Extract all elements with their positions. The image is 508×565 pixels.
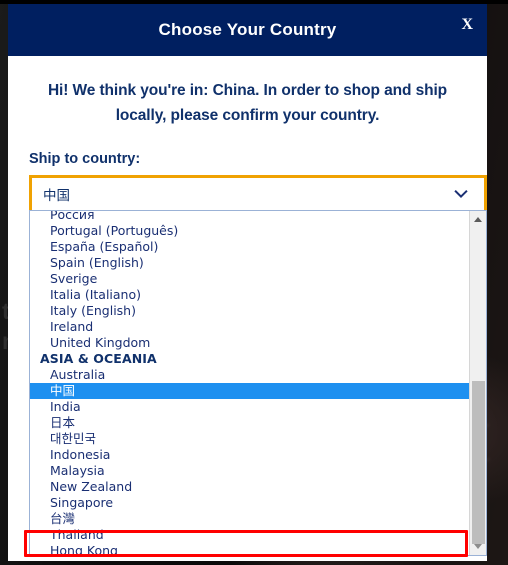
dropdown-option[interactable]: 대한민국 [30,431,469,447]
dropdown-option[interactable]: Sverige [30,271,469,287]
chevron-down-icon [454,189,468,199]
dropdown-scrollbar[interactable] [469,211,486,555]
dropdown-option[interactable]: Thailand [30,527,469,543]
dropdown-option[interactable]: Portugal (Português) [30,223,469,239]
dropdown-option[interactable]: Spain (English) [30,255,469,271]
scroll-down-arrow-icon[interactable] [470,538,486,555]
dropdown-option[interactable]: Italy (English) [30,303,469,319]
dropdown-option[interactable]: Hong Kong [30,543,469,555]
dropdown-options: Россия Portugal (Português) España (Españo… [30,211,469,555]
dropdown-option[interactable]: India [30,399,469,415]
dropdown-option[interactable]: 日本 [30,415,469,431]
ship-to-country-label: Ship to country: [29,151,141,167]
intro-message: Hi! We think you're in: China. In order … [47,82,448,124]
dropdown-option[interactable]: España (Español) [30,239,469,255]
dropdown-option[interactable]: New Zealand [30,479,469,495]
dropdown-option[interactable]: Ireland [30,319,469,335]
scrollbar-thumb[interactable] [472,381,485,544]
country-dropdown-list[interactable]: Россия Portugal (Português) España (Españo… [29,210,487,556]
country-select[interactable]: 中国 [29,175,487,213]
dropdown-option[interactable]: 中国 [30,383,469,399]
country-selector-modal: Choose Your Country X Hi! We think you'r… [8,4,487,561]
dropdown-option[interactable]: 台灣 [30,511,469,527]
dropdown-option[interactable]: Singapore [30,495,469,511]
close-icon[interactable]: X [457,15,477,35]
dropdown-option[interactable]: Россия [30,211,469,223]
dropdown-option[interactable]: Indonesia [30,447,469,463]
country-select-value: 中国 [43,188,70,204]
scroll-up-arrow-icon[interactable] [470,211,486,228]
dropdown-group-header: ASIA & OCEANIA [40,351,157,366]
modal-header: Choose Your Country X [8,4,487,56]
dropdown-options-viewport: Россия Portugal (Português) España (Españo… [30,211,469,555]
dropdown-option[interactable]: Malaysia [30,463,469,479]
page-root: t t n e Choose Your Country X Hi! We thi… [0,0,508,565]
page-title: Choose Your Country [158,20,337,39]
dropdown-option[interactable]: United Kingdom [30,335,469,351]
dropdown-option[interactable]: Italia (Italiano) [30,287,469,303]
dropdown-option[interactable]: Australia [30,367,469,383]
